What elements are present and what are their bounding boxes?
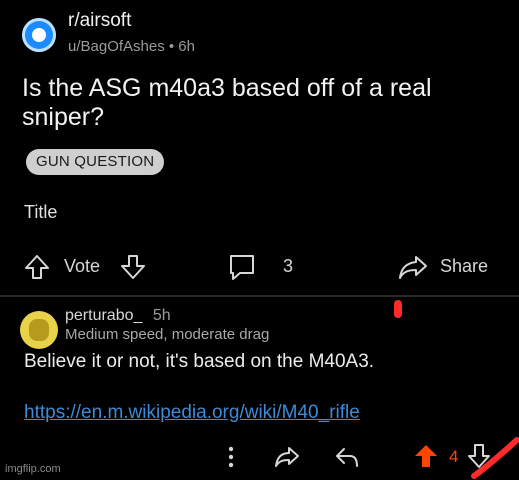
red-annotation-scribble bbox=[471, 437, 519, 479]
watermark: imgflip.com bbox=[5, 463, 61, 475]
